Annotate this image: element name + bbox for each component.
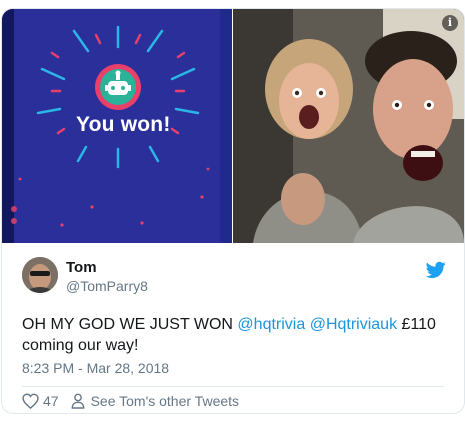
avatar[interactable] — [22, 257, 58, 293]
divider — [22, 386, 444, 387]
see-other-tweets-link[interactable]: See Tom's other Tweets — [91, 393, 239, 409]
mention-hqtriviauk-link[interactable]: @Hqtriviauk — [310, 316, 397, 333]
mention-hqtrivia-link[interactable]: @hqtrivia — [237, 316, 305, 333]
tweet-text: OH MY GOD WE JUST WON @hqtrivia @Hqtrivi… — [22, 314, 442, 356]
tweet-body: Tom @TomParry8 OH MY GOD WE JUST WON @hq… — [2, 243, 464, 413]
avatar-image — [22, 257, 58, 293]
like-count[interactable]: 47 — [43, 393, 59, 409]
tweet-media[interactable]: You won! i — [2, 9, 464, 243]
selfie-illustration — [233, 9, 464, 243]
hq-trivia-screenshot[interactable]: You won! — [2, 9, 232, 243]
tweet-timestamp[interactable]: 8:23 PM - Mar 28, 2018 — [22, 360, 169, 376]
author-handle[interactable]: @TomParry8 — [66, 278, 148, 294]
info-icon[interactable]: i — [442, 15, 458, 31]
author-name[interactable]: Tom — [66, 259, 97, 276]
selfie-photo[interactable]: i — [233, 9, 464, 243]
tweet-actions: 47 See Tom's other Tweets — [22, 391, 239, 411]
heart-icon[interactable] — [22, 393, 39, 409]
you-won-caption: You won! — [76, 113, 171, 136]
embedded-tweet-card: You won! i Tom @TomParry8 OH MY GOD WE J… — [1, 8, 465, 414]
tweet-text-prefix: OH MY GOD WE JUST WON — [22, 316, 238, 333]
twitter-bird-icon[interactable] — [426, 261, 446, 279]
person-icon — [71, 393, 84, 409]
